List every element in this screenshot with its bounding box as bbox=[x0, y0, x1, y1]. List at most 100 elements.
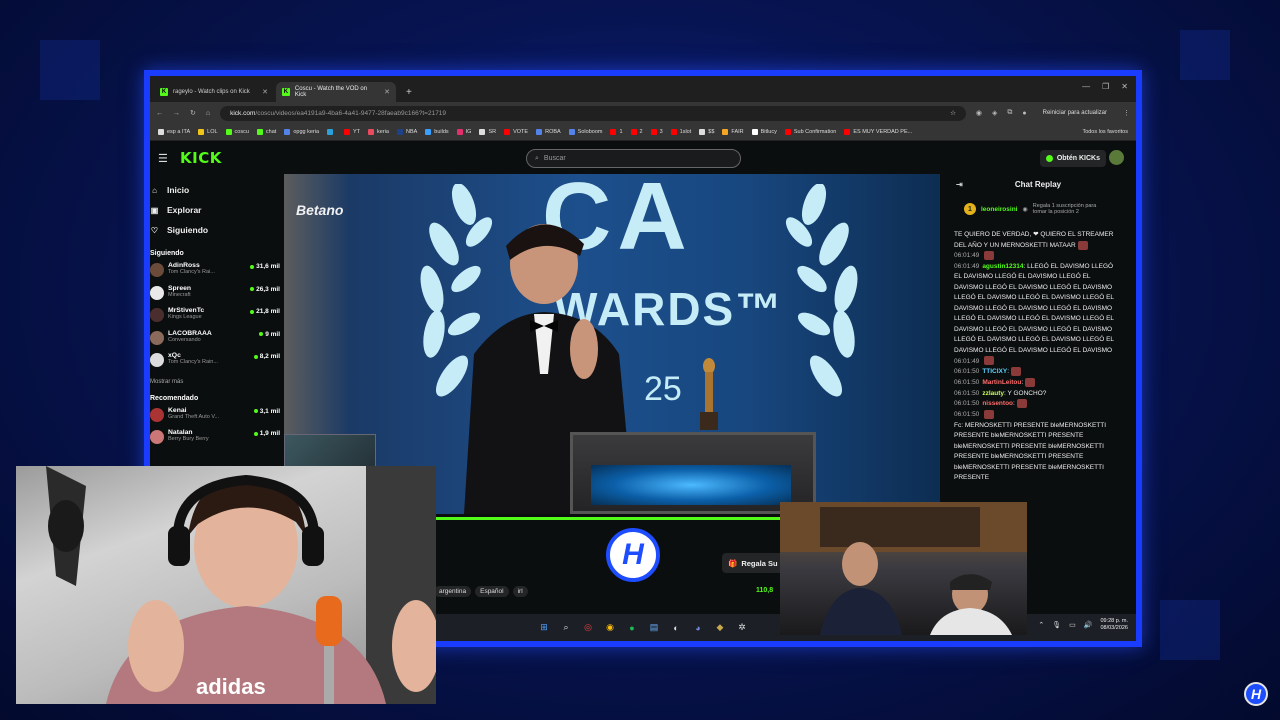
collapse-chat-icon[interactable]: ⇥ bbox=[956, 180, 963, 189]
search-input[interactable]: ⌕ Buscar bbox=[526, 149, 741, 168]
message-username[interactable]: nissentoo bbox=[982, 400, 1013, 407]
address-bar-row: ← → ↻ ⌂ kick.com /coscu/videos/ea4191a9-… bbox=[150, 102, 1136, 124]
menu-dots-icon[interactable]: ⋮ bbox=[1123, 109, 1130, 117]
extension-icon[interactable]: ◈ bbox=[992, 109, 997, 117]
app-icon[interactable]: ✲ bbox=[736, 622, 748, 634]
channel-item[interactable]: Spreen Minecraft 26,3 mil bbox=[150, 285, 280, 308]
bookmark-item[interactable] bbox=[327, 129, 336, 135]
bookmark-item[interactable]: NBA bbox=[396, 129, 418, 135]
bookmark-item[interactable]: keria bbox=[368, 129, 389, 135]
message-text: TE QUIERO DE VERDAD, ❤ QUIERO EL STREAME… bbox=[954, 231, 1114, 249]
bookmark-item[interactable]: VOTE bbox=[504, 129, 528, 135]
update-button[interactable]: Reiniciar para actualizar bbox=[1037, 108, 1113, 118]
message-username[interactable]: MartinLeitou bbox=[982, 379, 1021, 386]
message-username[interactable]: TTICIXY bbox=[982, 368, 1007, 375]
message-username[interactable]: zzlauty bbox=[982, 390, 1004, 397]
channel-item[interactable]: LACOBRAAA Conversando 9 mil bbox=[150, 330, 280, 353]
user-avatar[interactable] bbox=[1109, 150, 1124, 165]
pinned-gift-leaderboard[interactable]: 1 leoneirosini ◉ Regala 1 suscripción pa… bbox=[950, 194, 1126, 224]
all-bookmarks-folder[interactable]: Todos los favoritos bbox=[1082, 129, 1128, 135]
volume-icon[interactable]: 🔊 bbox=[1084, 621, 1093, 629]
app-icon[interactable]: ◎ bbox=[582, 622, 594, 634]
bookmark-item[interactable]: 1slot bbox=[670, 129, 691, 135]
stream-tag[interactable]: argentina bbox=[434, 586, 472, 597]
bookmark-item[interactable]: ROBA bbox=[536, 129, 561, 135]
channel-item[interactable]: xQc Tom Clancy's Rain... 8,2 mil bbox=[150, 352, 280, 375]
search-icon[interactable]: ⌕ bbox=[560, 622, 572, 634]
bookmark-item[interactable]: SR bbox=[479, 129, 496, 135]
bookmark-item[interactable]: coscu bbox=[225, 129, 249, 135]
maximize-icon[interactable]: ❐ bbox=[1102, 82, 1109, 91]
app-icon[interactable]: ◆ bbox=[714, 622, 726, 634]
profile-icon[interactable]: ● bbox=[1022, 110, 1026, 117]
chat-message: 06:01:49 bbox=[954, 251, 1120, 262]
new-tab-icon[interactable]: + bbox=[398, 87, 420, 102]
bookmark-item[interactable]: $$ bbox=[699, 129, 714, 135]
bookmark-item[interactable]: 1 bbox=[610, 129, 623, 135]
clock[interactable]: 09:28 p. m. 08/03/2026 bbox=[1100, 618, 1128, 632]
close-window-icon[interactable]: ✕ bbox=[1121, 82, 1128, 91]
channel-item[interactable]: AdinRoss Tom Clancy's Rai... 31,6 mil bbox=[150, 262, 280, 285]
extension-icon[interactable]: ◉ bbox=[976, 109, 982, 117]
bookmark-star-icon[interactable]: ☆ bbox=[950, 109, 956, 117]
minimize-icon[interactable]: — bbox=[1082, 82, 1090, 91]
bookmark-item[interactable]: Bitlucy bbox=[751, 129, 777, 135]
bookmark-item[interactable]: 3 bbox=[650, 129, 663, 135]
back-icon[interactable]: ← bbox=[156, 110, 163, 117]
preview-thumbnail[interactable] bbox=[284, 434, 376, 468]
bookmark-item[interactable]: Soloboom bbox=[568, 129, 602, 135]
discord-icon[interactable]: ◕ bbox=[692, 622, 704, 634]
obs-icon[interactable]: ◐ bbox=[670, 622, 682, 634]
browser-tab-active[interactable]: K Coscu - Watch the VOD on Kick ✕ bbox=[276, 82, 396, 102]
message-time: 06:01:50 bbox=[954, 368, 980, 376]
bookmark-item[interactable]: builds bbox=[425, 129, 449, 135]
gift-sub-button[interactable]: 🎁 Regala Su bbox=[722, 553, 784, 573]
windows-start-icon[interactable]: ⊞ bbox=[538, 622, 550, 634]
sidebar-nav-item[interactable]: ♡ Siguiendo bbox=[150, 220, 280, 240]
bookmark-item[interactable]: opgg keria bbox=[284, 129, 319, 135]
sidebar-nav-item[interactable]: ▣ Explorar bbox=[150, 200, 280, 220]
mic-icon[interactable]: 🎙 bbox=[1052, 621, 1061, 629]
bookmark-label: ROBA bbox=[545, 129, 561, 135]
sidebar-nav-item[interactable]: ⌂ Inicio bbox=[150, 180, 280, 200]
url-field[interactable]: kick.com /coscu/videos/ea4191a9-4ba6-4a4… bbox=[220, 105, 966, 121]
chat-header: ⇥ Chat Replay bbox=[950, 174, 1126, 194]
bookmark-item[interactable]: Sub Confirmation bbox=[784, 129, 837, 135]
close-tab-icon[interactable]: ✕ bbox=[384, 88, 390, 96]
stream-tag[interactable]: Español bbox=[475, 586, 509, 597]
bookmark-label: Sub Confirmation bbox=[793, 129, 837, 135]
forward-icon[interactable]: → bbox=[173, 110, 180, 117]
bookmark-item[interactable]: LOL bbox=[198, 129, 218, 135]
network-icon[interactable]: ▭ bbox=[1069, 621, 1076, 629]
browser-tab[interactable]: K rageylo - Watch clips on Kick ✕ bbox=[154, 82, 274, 102]
get-kicks-button[interactable]: Obtén KICKs bbox=[1039, 150, 1106, 167]
message-username[interactable]: agustin12314 bbox=[982, 263, 1023, 270]
extensions-puzzle-icon[interactable]: ⧉ bbox=[1007, 109, 1012, 117]
menu-hamburger-icon[interactable]: ☰ bbox=[158, 152, 174, 165]
stream-tag[interactable]: irl bbox=[512, 586, 528, 597]
channel-item[interactable]: Kenai Grand Theft Auto V... 3,1 mil bbox=[150, 407, 280, 430]
bookmark-item[interactable]: chat bbox=[256, 129, 276, 135]
bookmark-item[interactable]: esp a ITA bbox=[158, 129, 190, 135]
video-player[interactable]: CA WARDS™ 25 Betano bbox=[284, 174, 940, 514]
reload-icon[interactable]: ↻ bbox=[190, 109, 196, 117]
bookmark-item[interactable]: YT bbox=[344, 129, 360, 135]
channel-item[interactable]: Natalan Berry Bury Berry 1,9 mil bbox=[150, 429, 280, 452]
channel-item[interactable]: MrStivenTc Kings League 21,8 mil bbox=[150, 307, 280, 330]
close-tab-icon[interactable]: ✕ bbox=[262, 88, 268, 96]
tray-chevron-icon[interactable]: ⌃ bbox=[1038, 621, 1044, 629]
bookmark-item[interactable]: ES MUY VERDAD PE... bbox=[844, 129, 912, 135]
kick-logo[interactable]: KICK bbox=[180, 149, 222, 167]
show-more-link[interactable]: Mostrar más bbox=[150, 379, 280, 385]
bookmark-label: NBA bbox=[405, 129, 418, 135]
chrome-icon[interactable]: ◉ bbox=[604, 622, 616, 634]
home-icon[interactable]: ⌂ bbox=[206, 110, 210, 117]
bookmark-item[interactable]: FAIR bbox=[722, 129, 744, 135]
bookmark-item[interactable]: 2 bbox=[630, 129, 643, 135]
emote-icon bbox=[1011, 367, 1022, 377]
spotify-icon[interactable]: ● bbox=[626, 622, 638, 634]
kick-favicon-icon: K bbox=[282, 88, 290, 96]
chat-message: Fc: MERNOSKETTI PRESENTE bleMERNOSKETTI … bbox=[954, 421, 1120, 484]
bookmark-item[interactable]: IG bbox=[456, 129, 471, 135]
notepad-icon[interactable]: ▤ bbox=[648, 622, 660, 634]
